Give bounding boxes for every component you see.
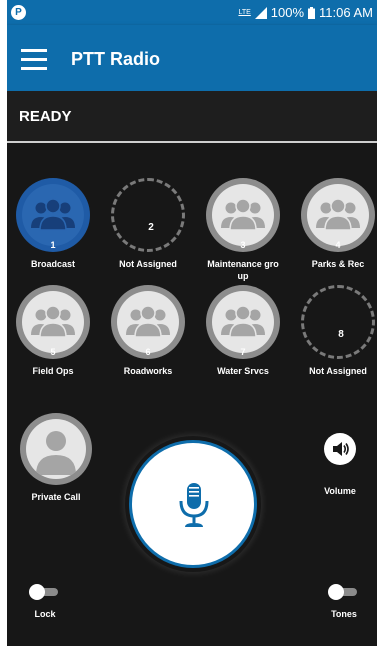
channel-number: 6 xyxy=(145,347,151,357)
group-icon xyxy=(221,198,265,231)
group-icon xyxy=(126,305,170,338)
channel-number: 1 xyxy=(50,240,56,250)
channel-8-button[interactable]: 8 Not Assigned xyxy=(292,285,377,377)
channel-label: Broadcast xyxy=(30,259,75,269)
group-icon xyxy=(316,198,360,231)
channel-5-circle: 5 xyxy=(16,285,90,359)
lock-switch[interactable] xyxy=(29,584,58,600)
channel-label: Parks & Rec xyxy=(311,259,365,269)
speaker-icon xyxy=(333,442,349,456)
channel-6-button[interactable]: 6 Roadworks xyxy=(102,285,194,377)
status-text: READY xyxy=(19,108,72,125)
volume-label: Volume xyxy=(324,486,356,496)
private-call-button[interactable]: Private Call xyxy=(16,413,96,503)
channel-label: Maintenance gro up xyxy=(207,259,279,281)
private-call-label: Private Call xyxy=(31,492,81,502)
group-icon xyxy=(31,198,75,231)
group-icon xyxy=(31,305,75,338)
person-icon xyxy=(36,431,76,475)
channel-7-circle: 7 xyxy=(206,285,280,359)
channel-6-circle: 6 xyxy=(111,285,185,359)
battery-percent: 100% xyxy=(270,5,305,20)
push-to-talk-button[interactable] xyxy=(129,440,257,568)
channel-label: Not Assigned xyxy=(119,259,177,269)
signal-icon xyxy=(254,6,267,19)
channel-2-button[interactable]: 2 Not Assigned xyxy=(102,178,194,270)
channel-5-button[interactable]: 5 Field Ops xyxy=(7,285,99,377)
lock-label: Lock xyxy=(34,609,56,619)
channel-number: 3 xyxy=(240,240,246,250)
lock-toggle[interactable]: Lock xyxy=(20,584,70,620)
tones-switch[interactable] xyxy=(328,584,357,600)
battery-icon xyxy=(308,6,316,19)
tones-toggle[interactable]: Tones xyxy=(319,584,369,620)
clock: 11:06 AM xyxy=(319,5,373,20)
status-indicators: LTE 100% 11:06 AM xyxy=(238,5,373,20)
volume-button[interactable]: Volume xyxy=(310,433,370,497)
channel-3-button[interactable]: 3 Maintenance gro up xyxy=(197,178,289,282)
app-screen: P LTE 100% 11:06 AM PTT Radio READY 1 Bro… xyxy=(7,0,377,646)
channel-number: 4 xyxy=(335,240,341,250)
channel-1-circle: 1 xyxy=(16,178,90,252)
volume-icon-circle xyxy=(324,433,356,465)
private-call-circle xyxy=(20,413,92,485)
channel-number: 2 xyxy=(148,222,154,233)
channel-label: Field Ops xyxy=(32,366,74,376)
channel-3-circle: 3 xyxy=(206,178,280,252)
channel-4-circle: 4 xyxy=(301,178,375,252)
channel-number: 8 xyxy=(338,329,344,340)
status-bar: P LTE 100% 11:06 AM xyxy=(7,0,377,25)
channel-label: Water Srvcs xyxy=(217,366,269,376)
lte-icon: LTE xyxy=(238,9,251,16)
status-row: READY xyxy=(7,91,377,143)
channel-number: 5 xyxy=(50,347,56,357)
app-title: PTT Radio xyxy=(71,49,160,69)
channel-label: Not Assigned xyxy=(309,366,367,376)
app-bar: PTT Radio xyxy=(7,25,377,91)
channel-1-button[interactable]: 1 Broadcast xyxy=(7,178,99,270)
notification-p-icon: P xyxy=(11,5,26,20)
microphone-icon xyxy=(179,483,209,527)
channel-2-circle: 2 xyxy=(111,178,185,252)
group-icon xyxy=(221,305,265,338)
channel-label: Roadworks xyxy=(123,366,173,376)
channel-4-button[interactable]: 4 Parks & Rec xyxy=(292,178,377,270)
channel-8-circle: 8 xyxy=(301,285,375,359)
channel-number: 7 xyxy=(240,347,246,357)
tones-label: Tones xyxy=(331,609,357,619)
channel-7-button[interactable]: 7 Water Srvcs xyxy=(197,285,289,377)
menu-icon[interactable] xyxy=(21,49,47,70)
